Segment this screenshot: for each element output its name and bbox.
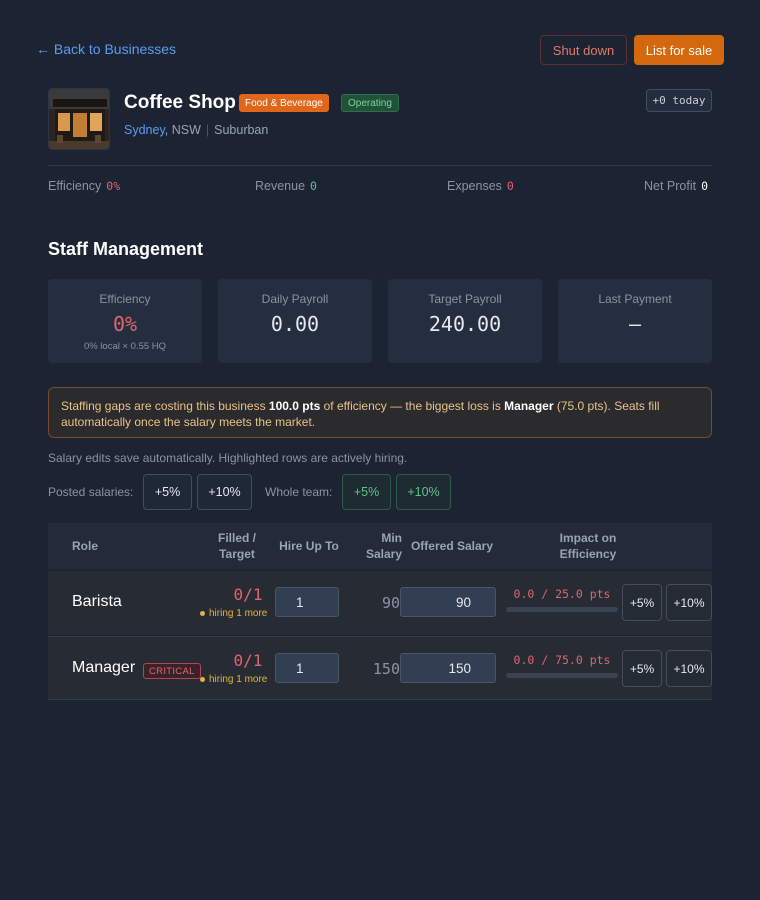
stat-label: Net Profit: [644, 179, 697, 193]
header-text: Min: [381, 531, 402, 545]
card-target-payroll: Target Payroll 240.00: [388, 279, 542, 363]
impact-progress-bar: [506, 673, 618, 678]
header-text: Filled /: [217, 531, 256, 545]
business-name: Coffee Shop: [124, 92, 236, 113]
card-subtext: 0% local × 0.55 HQ: [83, 341, 167, 352]
role-name: Barista: [72, 593, 122, 610]
section-title: Staff Management: [48, 239, 204, 259]
stat-label: Expenses: [447, 179, 502, 193]
city-link[interactable]: Sydney: [124, 123, 165, 137]
impact-text: 0.0 / 25.0 pts: [513, 587, 611, 601]
header-text: Target: [219, 547, 255, 561]
card-efficiency: Efficiency 0% 0% local × 0.55 HQ: [48, 279, 202, 363]
storefront-image: [49, 89, 109, 149]
alert-text: Staffing gaps are costing this business: [61, 399, 269, 413]
area-text: Suburban: [214, 123, 269, 137]
card-value: 240.00: [428, 312, 502, 336]
autosave-note: Salary edits save automatically. Highlig…: [48, 451, 408, 465]
impact-text: 0.0 / 75.0 pts: [513, 653, 611, 667]
card-last-payment: Last Payment –: [558, 279, 712, 363]
offered-salary-input[interactable]: 150: [400, 653, 496, 683]
stat-efficiency: Efficiency 0%: [48, 179, 120, 193]
row-plus10-button[interactable]: +10%: [666, 584, 712, 621]
alert-points: 100.0 pts: [268, 399, 321, 413]
min-salary: 150: [372, 660, 400, 678]
header-filled-target: Filled / Target: [208, 530, 266, 562]
hiring-dot-icon: [200, 610, 205, 616]
back-to-businesses-link[interactable]: ← Back to Businesses: [36, 41, 176, 57]
hiring-text: hiring 1 more: [209, 674, 268, 685]
table-bottom-border: [48, 699, 712, 700]
alert-role: Manager: [504, 399, 554, 413]
card-daily-payroll: Daily Payroll 0.00: [218, 279, 372, 363]
hiring-status: hiring 1 more: [200, 674, 267, 685]
impact-progress-bar: [506, 607, 618, 612]
hiring-status: hiring 1 more: [200, 608, 267, 619]
stat-value: 0: [506, 179, 514, 193]
stat-value: 0: [701, 179, 709, 193]
card-value: 0.00: [270, 312, 320, 336]
header-text: Salary: [365, 547, 402, 561]
team-plus10-button[interactable]: +10%: [396, 474, 451, 510]
posted-plus10-button[interactable]: +10%: [197, 474, 252, 510]
card-value: 0%: [112, 312, 138, 336]
critical-badge: CRITICAL: [143, 663, 201, 679]
state-text: , NSW: [164, 123, 201, 137]
offered-salary-input[interactable]: 90: [400, 587, 496, 617]
card-value: –: [628, 312, 642, 336]
posted-plus5-button[interactable]: +5%: [143, 474, 192, 510]
min-salary: 90: [381, 594, 400, 612]
hiring-text: hiring 1 more: [209, 608, 268, 619]
card-label: Efficiency: [99, 292, 151, 306]
status-badge: Operating: [341, 94, 399, 112]
card-label: Last Payment: [598, 292, 672, 306]
stat-value: 0%: [106, 179, 121, 193]
row-plus10-button[interactable]: +10%: [666, 650, 712, 687]
business-location: Sydney, NSW | Suburban: [124, 123, 268, 137]
shut-down-button[interactable]: Shut down: [540, 35, 627, 65]
team-plus5-button[interactable]: +5%: [342, 474, 391, 510]
staff-row-manager: Manager CRITICAL 0/1 hiring 1 more 1 150…: [48, 636, 712, 699]
stat-value: 0: [310, 179, 317, 193]
row-plus5-button[interactable]: +5%: [622, 650, 662, 687]
card-label: Daily Payroll: [261, 292, 329, 306]
header-impact: Impact on Efficiency: [548, 530, 628, 562]
card-label: Target Payroll: [428, 292, 502, 306]
alert-text: of efficiency — the biggest loss is: [320, 399, 505, 413]
header-min-salary: Min Salary: [356, 530, 402, 562]
stat-net-profit: Net Profit 0: [644, 179, 708, 193]
hire-up-to-input[interactable]: 1: [275, 587, 339, 617]
role-name: Manager: [72, 659, 136, 676]
filled-target: 0/1: [233, 651, 263, 670]
filled-target: 0/1: [233, 585, 263, 604]
stat-expenses: Expenses 0: [447, 179, 514, 193]
header-hire-up-to: Hire Up To: [279, 539, 339, 553]
header-text: Impact on: [559, 531, 617, 545]
header-role: Role: [72, 539, 99, 553]
staff-row-barista: Barista 0/1 hiring 1 more 1 90 90 0.0 / …: [48, 571, 712, 635]
staff-table-header: Role Filled / Target Hire Up To Min Sala…: [48, 523, 712, 569]
stat-label: Efficiency: [48, 179, 102, 193]
business-thumbnail: [48, 88, 110, 150]
list-for-sale-button[interactable]: List for sale: [634, 35, 724, 65]
hiring-dot-icon: [200, 676, 205, 682]
header-offered-salary: Offered Salary: [410, 539, 494, 553]
header-text: Efficiency: [559, 547, 617, 561]
staffing-gap-alert: Staffing gaps are costing this business …: [48, 387, 712, 438]
category-badge: Food & Beverage: [239, 94, 329, 112]
row-plus5-button[interactable]: +5%: [622, 584, 662, 621]
hire-up-to-input[interactable]: 1: [275, 653, 339, 683]
stat-revenue: Revenue 0: [255, 179, 317, 193]
location-separator: |: [205, 123, 210, 137]
today-change-button[interactable]: +0 today: [646, 89, 712, 112]
whole-team-label: Whole team:: [265, 485, 333, 499]
header-divider: [48, 165, 712, 166]
posted-salaries-label: Posted salaries:: [48, 485, 134, 499]
stat-label: Revenue: [255, 179, 306, 193]
